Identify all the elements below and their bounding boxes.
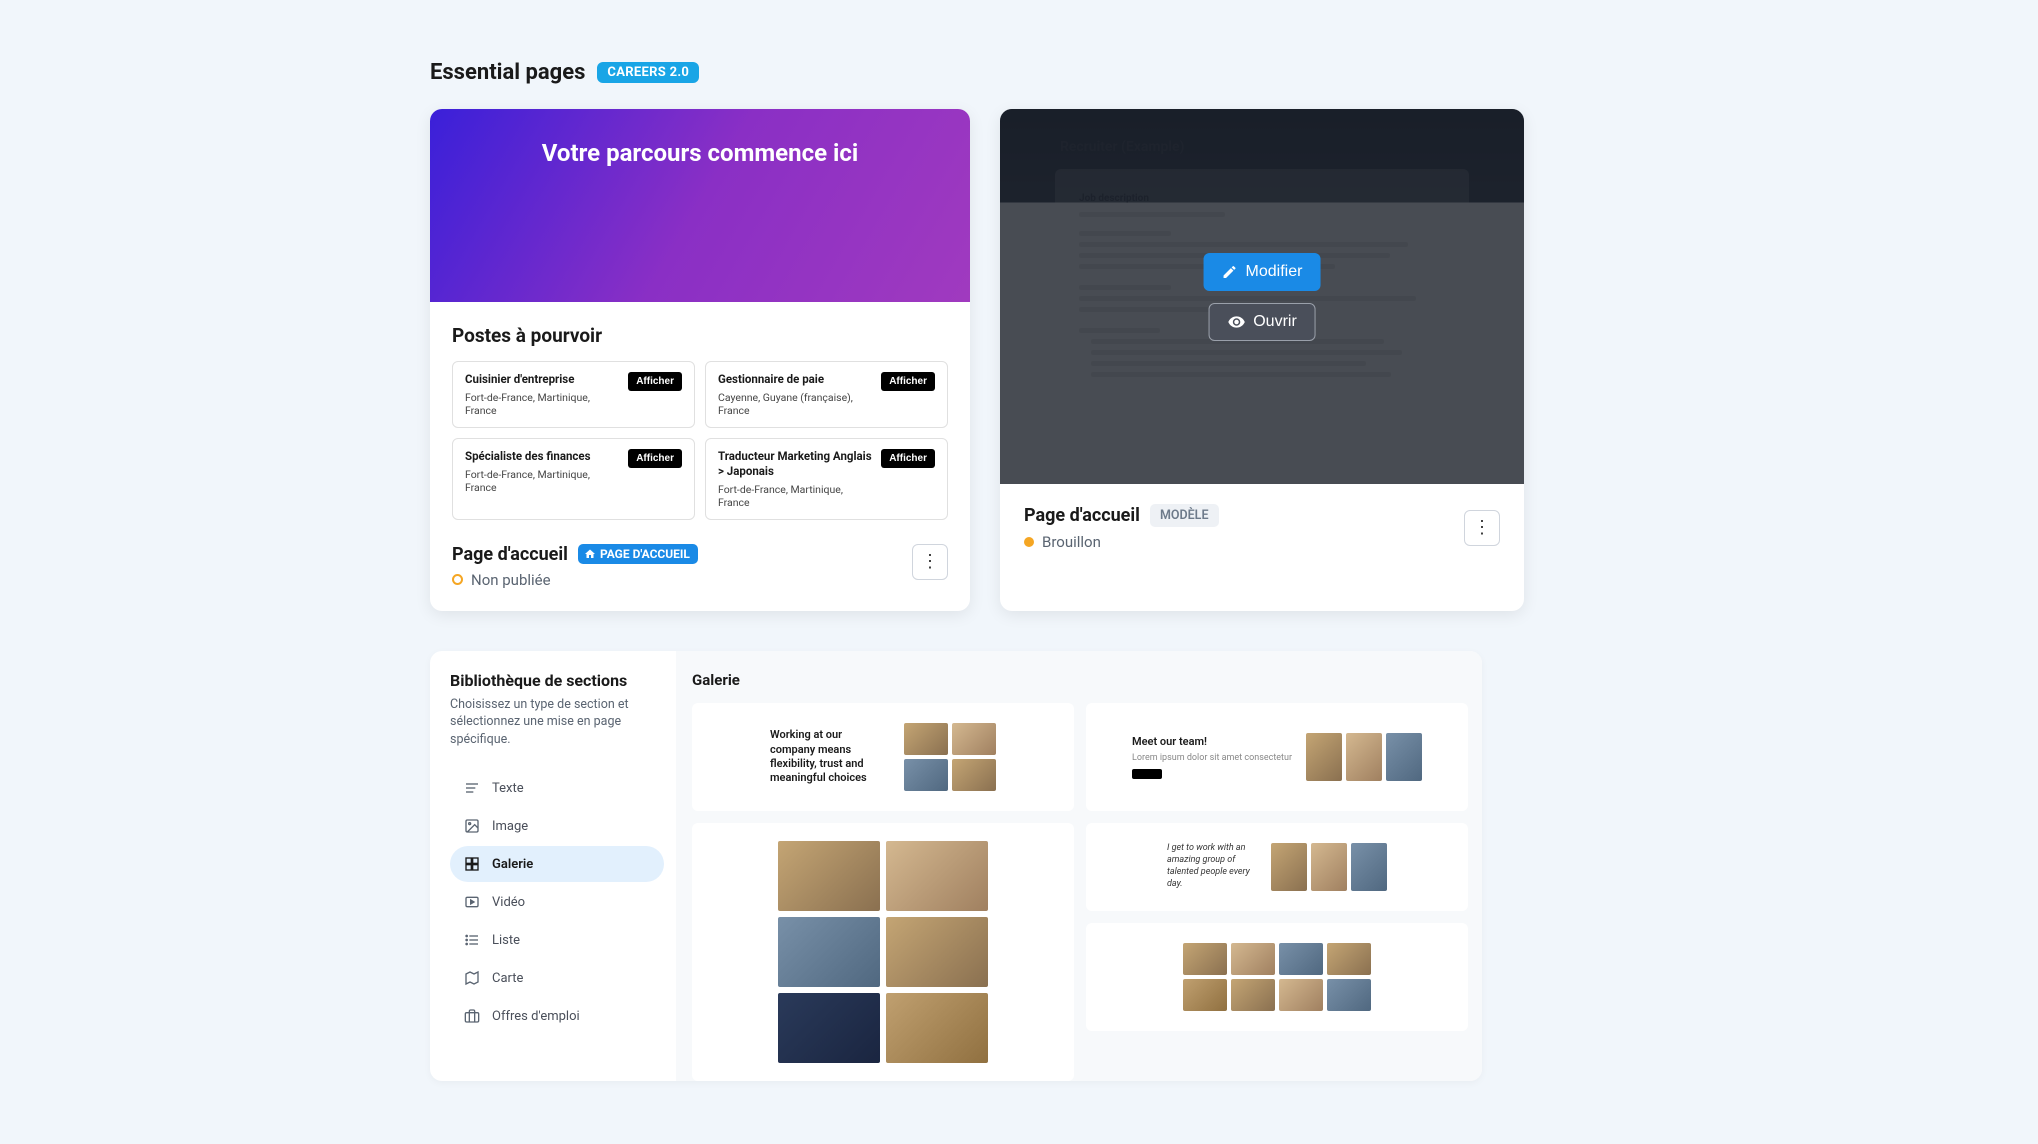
status-dot-icon bbox=[1024, 537, 1034, 547]
text-icon bbox=[464, 780, 480, 796]
homepage-card[interactable]: Votre parcours commence ici Postes à pou… bbox=[430, 109, 970, 611]
job-card: Cuisinier d'entreprise Fort-de-France, M… bbox=[452, 361, 695, 428]
job-location: Fort-de-France, Martinique, France bbox=[465, 391, 620, 417]
open-button[interactable]: Ouvrir bbox=[1208, 303, 1316, 341]
map-icon bbox=[464, 970, 480, 986]
hero-text: Votre parcours commence ici bbox=[542, 139, 858, 167]
sidebar-item-label: Offres d'emploi bbox=[492, 1009, 580, 1024]
sidebar-item-jobs[interactable]: Offres d'emploi bbox=[450, 998, 664, 1034]
hero-banner: Votre parcours commence ici bbox=[430, 109, 970, 302]
sidebar-item-video[interactable]: Vidéo bbox=[450, 884, 664, 920]
card-title: Page d'accueil bbox=[452, 544, 568, 565]
sidebar-item-gallery[interactable]: Galerie bbox=[450, 846, 664, 882]
gallery-template-tile[interactable]: Working at our company means flexibility… bbox=[692, 703, 1074, 811]
sidebar-item-label: Carte bbox=[492, 971, 523, 986]
page-header: Essential pages CAREERS 2.0 bbox=[430, 60, 2038, 85]
sidebar-item-label: Image bbox=[492, 819, 528, 834]
gallery-icon bbox=[464, 856, 480, 872]
library-sidebar: Bibliothèque de sections Choisissez un t… bbox=[430, 651, 676, 1081]
job-title: Cuisinier d'entreprise bbox=[465, 372, 620, 387]
job-show-button[interactable]: Afficher bbox=[881, 449, 935, 468]
template-card[interactable]: Recruiter (Example) Job description bbox=[1000, 109, 1524, 611]
video-icon bbox=[464, 894, 480, 910]
page-title: Essential pages bbox=[430, 60, 585, 85]
status-dot-icon bbox=[452, 574, 463, 585]
briefcase-icon bbox=[464, 1008, 480, 1024]
gallery-template-tile[interactable] bbox=[692, 823, 1074, 1081]
job-title: Gestionnaire de paie bbox=[718, 372, 873, 387]
tile-text: Working at our company means flexibility… bbox=[770, 728, 890, 785]
library-content: Galerie Working at our company means fle… bbox=[676, 651, 1482, 1081]
tile-text: Meet our team! bbox=[1132, 735, 1252, 749]
more-button[interactable]: ⋮ bbox=[912, 544, 948, 580]
model-badge: MODÈLE bbox=[1150, 504, 1219, 527]
status-text: Brouillon bbox=[1042, 533, 1101, 551]
home-icon bbox=[584, 548, 596, 560]
sidebar-item-label: Liste bbox=[492, 933, 520, 948]
job-title: Traducteur Marketing Anglais > Japonais bbox=[718, 449, 873, 479]
job-show-button[interactable]: Afficher bbox=[881, 372, 935, 391]
job-location: Cayenne, Guyane (française), France bbox=[718, 391, 873, 417]
sidebar-item-label: Vidéo bbox=[492, 895, 525, 910]
image-icon bbox=[464, 818, 480, 834]
job-card: Spécialiste des finances Fort-de-France,… bbox=[452, 438, 695, 520]
card-title: Page d'accueil bbox=[1024, 505, 1140, 526]
gallery-template-tile[interactable] bbox=[1086, 923, 1468, 1031]
homepage-badge: PAGE D'ACCUEIL bbox=[578, 544, 698, 564]
jobs-section: Postes à pourvoir Cuisinier d'entreprise… bbox=[430, 302, 970, 528]
sidebar-item-map[interactable]: Carte bbox=[450, 960, 664, 996]
sidebar-item-image[interactable]: Image bbox=[450, 808, 664, 844]
job-card: Gestionnaire de paie Cayenne, Guyane (fr… bbox=[705, 361, 948, 428]
pencil-icon bbox=[1222, 264, 1238, 280]
gallery-template-tile[interactable]: I get to work with an amazing group of t… bbox=[1086, 823, 1468, 911]
gallery-template-tile[interactable]: Meet our team! Lorem ipsum dolor sit ame… bbox=[1086, 703, 1468, 811]
sidebar-item-list[interactable]: Liste bbox=[450, 922, 664, 958]
job-card: Traducteur Marketing Anglais > Japonais … bbox=[705, 438, 948, 520]
sidebar-item-label: Galerie bbox=[492, 857, 533, 872]
status-text: Non publiée bbox=[471, 571, 551, 589]
library-description: Choisissez un type de section et sélecti… bbox=[450, 696, 664, 749]
library-title: Bibliothèque de sections bbox=[450, 671, 664, 690]
job-show-button[interactable]: Afficher bbox=[628, 449, 682, 468]
preview-area: Recruiter (Example) Job description bbox=[1000, 109, 1524, 484]
dots-vertical-icon: ⋮ bbox=[921, 551, 939, 572]
eye-icon bbox=[1227, 313, 1245, 331]
sidebar-item-label: Texte bbox=[492, 781, 524, 796]
tile-quote: I get to work with an amazing group of t… bbox=[1167, 843, 1257, 890]
library-content-title: Galerie bbox=[692, 671, 1482, 689]
careers-badge: CAREERS 2.0 bbox=[597, 62, 699, 83]
job-title: Spécialiste des finances bbox=[465, 449, 620, 464]
jobs-title: Postes à pourvoir bbox=[452, 324, 948, 347]
dots-vertical-icon: ⋮ bbox=[1473, 517, 1491, 538]
more-button[interactable]: ⋮ bbox=[1464, 510, 1500, 546]
section-library-panel: Bibliothèque de sections Choisissez un t… bbox=[430, 651, 1482, 1081]
job-location: Fort-de-France, Martinique, France bbox=[465, 468, 620, 494]
sidebar-item-text[interactable]: Texte bbox=[450, 770, 664, 806]
job-show-button[interactable]: Afficher bbox=[628, 372, 682, 391]
modify-button[interactable]: Modifier bbox=[1204, 253, 1321, 291]
list-icon bbox=[464, 932, 480, 948]
job-location: Fort-de-France, Martinique, France bbox=[718, 483, 873, 509]
